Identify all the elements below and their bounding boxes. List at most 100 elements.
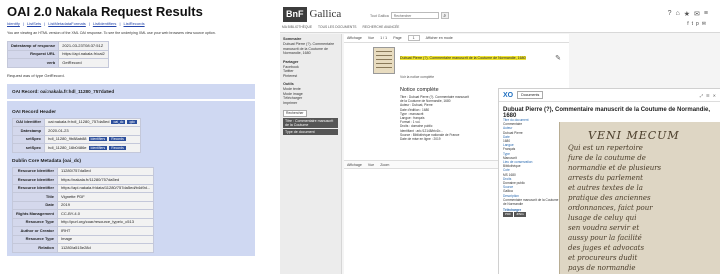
link-identify[interactable]: Identify (7, 21, 20, 27)
manuscript-line: Qui est un repertoire (568, 144, 643, 152)
viewer-toolbar: XO Documents ⤢ ☰ ✕ (499, 89, 720, 102)
format-chip[interactable]: oai_dc (111, 120, 126, 124)
documents-select[interactable]: Documents (517, 91, 544, 99)
row-value: 11280/a515e28d (57, 243, 155, 253)
row-key: Resource Type (11, 234, 59, 244)
table-row: Request URL https://api.nakala.fr/oai2 (6, 49, 109, 59)
home-icon[interactable]: ⌂ (676, 10, 680, 18)
view-select[interactable]: Vue (368, 163, 374, 167)
identifiers-chip[interactable]: Identifiers (88, 145, 108, 150)
manuscript-line: fure de la coutume de (568, 154, 646, 162)
view-toolbar: Affichage Vue 1 / 1 Page 1 Afficher en m… (344, 34, 569, 43)
records-chip[interactable]: Records (109, 145, 126, 150)
display-mode-button[interactable]: Affichage (347, 36, 362, 40)
table-row: Rights Management CC-BY-4.0 (11, 209, 155, 219)
response-table: Datestamp of response 2021-03-23T08:37:51… (6, 41, 109, 68)
nav-item[interactable]: Ma bibliothèque (282, 25, 312, 29)
edit-icon[interactable]: ✎ (555, 54, 561, 62)
row-key: Resource Identifier (11, 166, 59, 176)
row-value: IRHT (57, 226, 155, 236)
table-row: Title Vignette PDF (11, 192, 155, 202)
link-listsets[interactable]: ListSets (27, 21, 41, 27)
manuscript-page-image[interactable]: VENI MECUM Qui est un repertoire fure de l… (559, 122, 720, 274)
identifiers-chip[interactable]: Identifiers (88, 137, 108, 141)
search-input[interactable]: Rechercher (390, 12, 439, 19)
main-nav: Ma bibliothèque Tous les documents Reche… (282, 25, 399, 29)
zoom-select[interactable]: Zoom (380, 163, 389, 167)
link-listidentifiers[interactable]: ListIdentifiers (93, 21, 117, 27)
manuscript-line: aussy pour la facilité (568, 234, 642, 242)
sidebar-dark-row[interactable]: Titre : Commentaire manuscrit de la Cout… (283, 118, 338, 128)
row-value: Vignette PDF (57, 192, 155, 202)
viewer-icons: ⤢ ☰ ✕ (700, 93, 716, 98)
record-box: OAI Record: oai:nakala.fr:hdl_11280_757d… (7, 83, 255, 99)
mail-icon[interactable]: ✉ (694, 10, 700, 18)
link-listmetadataformats[interactable]: ListMetadataFormats (48, 21, 86, 27)
page-input[interactable]: 1 (407, 35, 420, 41)
metadata-value: Commentaire manuscrit de la Coutume de N… (503, 197, 559, 207)
verb-links: Identify | ListSets | ListMetadataFormat… (7, 21, 145, 27)
sidebar-dark-row[interactable]: Type de document (283, 129, 338, 135)
page-label: Page (393, 36, 402, 40)
table-row: OAI Identifier oai:nakala.fr:hdl_11280_7… (11, 117, 141, 127)
twitter-icon[interactable]: t (692, 21, 693, 27)
gallica-wordmark: Gallica (309, 8, 342, 20)
search-bar: Tout Gallica Rechercher ⌕ (370, 12, 449, 19)
table-row: setSpec hdl_11280_9b88ab88 Identifiers Rec… (11, 134, 141, 144)
gallica-header: BnF Gallica Tout Gallica Rechercher ⌕ ? … (280, 0, 720, 33)
full-notice-link[interactable]: Voir la notice complète (400, 75, 434, 79)
search-icon[interactable]: ⌕ (440, 12, 449, 19)
table-row: Date 2019 (11, 200, 155, 210)
table-row: Resource Identifier https://nakala.fr/112… (11, 175, 155, 185)
header-table: OAI Identifier oai:nakala.fr:hdl_11280_7… (11, 117, 141, 153)
close-icon[interactable]: ✕ (713, 93, 716, 98)
search-scope-select[interactable]: Tout Gallica (370, 14, 389, 18)
gallica-logo[interactable]: BnF Gallica (283, 6, 341, 22)
manuscript-line: et procureurs dudit (568, 254, 638, 262)
nav-item[interactable]: Recherche avancée (362, 25, 399, 29)
row-key: Resource Identifier (11, 175, 59, 185)
sidebar-item[interactable]: Imprimer (283, 101, 338, 106)
row-value: https://api.nakala.fr/data/11280/757da5e… (57, 183, 155, 193)
record-title: OAI Record: oai:nakala.fr:hdl_11280_757d… (12, 88, 115, 94)
help-icon[interactable]: ? (668, 10, 672, 18)
manuscript-line: pays de normandie (568, 264, 636, 272)
display-mode-button[interactable]: Affichage (347, 163, 362, 167)
table-row: setSpec hdl_11280_16b0486e Identifiers Rec… (11, 143, 141, 153)
share-mail-icon[interactable]: ✉ (702, 21, 706, 27)
metadata-panel: Titre du document Commentaire Auteur Dubuat… (503, 118, 559, 217)
facebook-icon[interactable]: f (687, 21, 688, 27)
sidebar-section-heading: Outils (283, 82, 294, 86)
row-value: https://nakala.fr/11280/757da5ed (57, 175, 155, 185)
manuscript-line: et autres textes de la (568, 184, 643, 192)
oai-results-page: OAI 2.0 Nakala Request Results Identify … (0, 0, 262, 274)
sidebar-item[interactable]: Dubuat Pierre (?). Commentaire manuscrit… (283, 42, 338, 56)
row-value: Image (57, 234, 155, 244)
sidebar-item[interactable]: Pinterest (283, 74, 338, 79)
table-row: Author or Creator IRHT (11, 226, 155, 236)
intro-text: You are viewing an HTML version of the X… (7, 31, 216, 35)
row-key: Datestamp (11, 126, 46, 136)
menu-icon[interactable]: ≡ (704, 10, 708, 18)
document-thumbnail[interactable] (373, 47, 395, 74)
view-select[interactable]: Vue (368, 36, 374, 40)
favorite-icon[interactable]: ★ (684, 10, 690, 18)
sidebar-section: Sommaire Dubuat Pierre (?). Commentaire … (283, 37, 338, 56)
header-heading: OAI Record Header (12, 109, 56, 115)
document-title-text: Dubuat Pierre (?). Commentaire manuscrit… (400, 56, 526, 60)
row-key: setSpec (11, 134, 46, 144)
header-icons: ? ⌂ ★ ✉ ≡ (668, 10, 708, 18)
fullscreen-icon[interactable]: ⤢ (700, 93, 703, 98)
row-key: Rights Management (11, 209, 59, 219)
format-chip[interactable]: qdc (127, 120, 137, 124)
nav-item[interactable]: Tous les documents (318, 25, 356, 29)
table-row: Relation 11280/a515e28d (11, 243, 155, 253)
sidebar-search-button[interactable]: Rechercher (283, 110, 307, 117)
pinterest-icon[interactable]: p (696, 21, 699, 27)
link-listrecords[interactable]: ListRecords (123, 21, 144, 27)
download-format-chip[interactable]: JPEG (514, 212, 526, 217)
records-chip[interactable]: Records (109, 137, 126, 141)
display-mode-select[interactable]: Afficher en mode (426, 36, 453, 40)
menu-icon[interactable]: ☰ (706, 93, 710, 98)
download-format-chip[interactable]: PDF (503, 212, 513, 217)
